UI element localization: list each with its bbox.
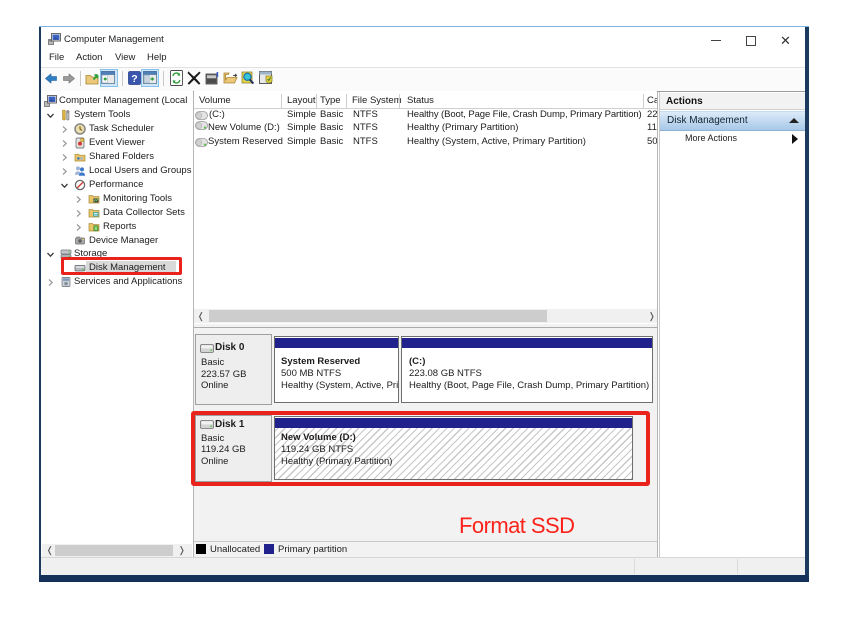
- svg-text:?: ?: [131, 73, 137, 85]
